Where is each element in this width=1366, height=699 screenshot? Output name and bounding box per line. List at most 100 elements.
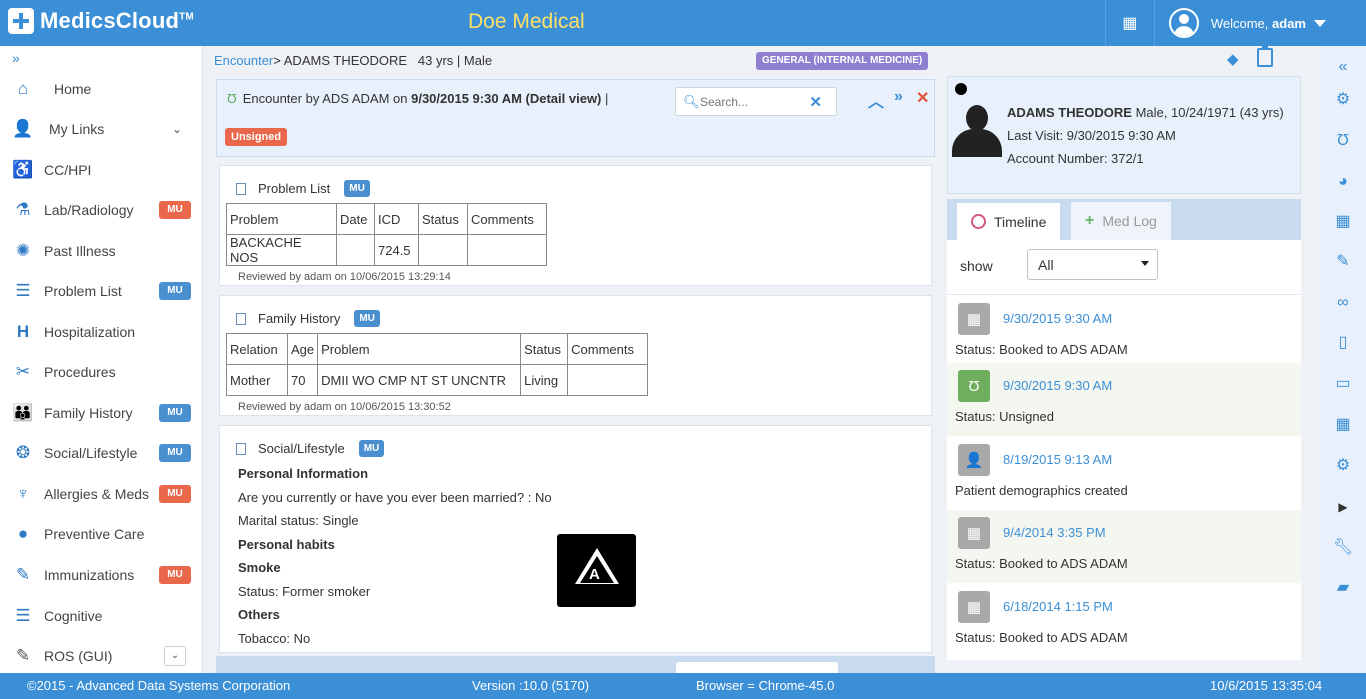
calendar-icon: ▦ — [958, 517, 990, 549]
tab-med-log[interactable]: + Med Log — [1071, 202, 1171, 240]
grid-icon[interactable]: ▦ — [1332, 414, 1354, 436]
sidebar-item-problem-list[interactable]: ☰ Problem List MU — [0, 271, 203, 311]
lab-icon: ⚗ — [15, 200, 31, 219]
dropdown-arrow-icon — [1141, 261, 1149, 266]
sidebar-item-preventive-care[interactable]: ● Preventive Care — [0, 514, 203, 554]
tag-icon[interactable]: ◆ — [1227, 50, 1239, 68]
breadcrumb-encounter-link[interactable]: Encounter — [214, 53, 273, 68]
calendar-icon[interactable]: ▦ — [1104, 0, 1155, 46]
user-menu-caret-icon[interactable] — [1314, 19, 1326, 27]
sidebar-item-immunizations[interactable]: ✎ Immunizations MU — [0, 555, 203, 595]
sidebar-item-cognitive[interactable]: ☰ Cognitive — [0, 596, 203, 636]
timeline-item[interactable]: ▦ 9/4/2014 3:35 PM Status: Booked to ADS… — [947, 510, 1301, 583]
sidebar-item-label: Hospitalization — [44, 324, 136, 340]
gears-icon[interactable]: ⚙ — [1332, 455, 1354, 477]
timeline-item[interactable]: Ʊ 9/30/2015 9:30 AM Status: Unsigned — [947, 363, 1301, 436]
sidebar-item-label: Home — [54, 81, 92, 97]
encounter-search-input[interactable] — [700, 93, 800, 111]
chevron-down-icon[interactable]: ⌄ — [172, 122, 182, 136]
encounter-search: 🔍︎ ✕ — [675, 87, 837, 116]
collapse-left-icon[interactable]: « — [1332, 56, 1354, 78]
mobile-icon[interactable]: ▯ — [1332, 332, 1354, 354]
sidebar-item-hospitalization[interactable]: H Hospitalization — [0, 312, 203, 352]
card-title[interactable]: Social/Lifestyle — [258, 441, 345, 456]
document-icon — [236, 312, 246, 325]
social-section-heading: Personal habits — [238, 537, 335, 552]
timeline-item[interactable]: ▦ 9/30/2015 9:30 AM Status: Booked to AD… — [947, 296, 1301, 369]
expand-double-right-icon[interactable]: » — [894, 88, 903, 106]
reviewed-note: Reviewed by adam on 10/06/2015 13:30:52 — [238, 401, 451, 413]
divider — [947, 294, 1301, 295]
specialty-badge: GENERAL (INTERNAL MEDICINE) — [756, 52, 929, 70]
welcome-text[interactable]: Welcome, adam — [1211, 16, 1306, 31]
link-icon[interactable]: ∞ — [1332, 292, 1354, 314]
family-history-table: Relation Age Problem Status Comments Mot… — [226, 333, 649, 396]
table-row: Mother 70 DMII WO CMP NT ST UNCNTR Livin… — [226, 364, 649, 396]
stethoscope-icon[interactable]: Ʊ — [1332, 130, 1354, 152]
patient-name: ADAMS THEODORE — [1007, 105, 1132, 120]
timeline-status: Status: Booked to ADS ADAM — [955, 556, 1128, 571]
brand[interactable]: MedicsCloudTM — [8, 8, 194, 34]
timeline-date[interactable]: 8/19/2015 9:13 AM — [1003, 452, 1112, 467]
sidebar-item-label: Past Illness — [44, 243, 116, 259]
dashboard-icon[interactable]: ◕ — [1332, 171, 1354, 193]
play-right-icon[interactable]: ▶ — [1332, 496, 1354, 518]
footer-copyright: ©2015 - Advanced Data Systems Corporatio… — [27, 678, 291, 693]
book-icon[interactable]: ▰ — [1332, 577, 1354, 599]
wrench-icon[interactable]: 🔧︎ — [1332, 537, 1354, 559]
encounter-datetime[interactable]: 9/30/2015 9:30 AM (Detail view) — [411, 91, 601, 106]
show-filter-select[interactable]: All — [1027, 249, 1158, 280]
mu-badge: MU — [354, 310, 380, 327]
stethoscope-icon: Ʊ — [958, 370, 990, 402]
username: adam — [1272, 15, 1306, 31]
sidebar-item-allergies-meds[interactable]: ♆ Allergies & Meds MU — [0, 474, 203, 514]
footer-version: Version :10.0 (5170) — [472, 678, 590, 693]
user-avatar-icon[interactable] — [1168, 8, 1199, 38]
calendar-icon[interactable]: ▦ — [1332, 211, 1354, 233]
sidebar-item-ros-gui[interactable]: ✎ ROS (GUI) ⌄ — [0, 636, 203, 676]
status-dot-icon — [955, 83, 967, 95]
card-title[interactable]: Family History — [258, 311, 340, 326]
sidebar-item-procedures[interactable]: ✂ Procedures — [0, 352, 203, 392]
sidebar-item-home[interactable]: ⌂ Home — [0, 69, 203, 109]
wheelchair-icon: ♿ — [12, 160, 34, 179]
timeline-date[interactable]: 9/4/2014 3:35 PM — [1003, 525, 1106, 540]
mu-badge: MU — [344, 180, 370, 197]
clear-search-icon[interactable]: ✕ — [809, 93, 822, 111]
sidebar-collapse-icon[interactable]: » — [12, 50, 20, 66]
clipboard-icon[interactable] — [1257, 46, 1273, 67]
sidebar-item-lab-radiology[interactable]: ⚗ Lab/Radiology MU — [0, 190, 203, 230]
family-history-card: Family History MU Relation Age Problem S… — [219, 295, 932, 416]
user-icon: 👤 — [12, 119, 34, 138]
close-icon[interactable]: ✕ — [916, 88, 929, 108]
timeline-date[interactable]: 9/30/2015 9:30 AM — [1003, 378, 1112, 393]
edit-icon[interactable]: ✎ — [1332, 251, 1354, 273]
credit-card-icon[interactable]: ▭ — [1332, 373, 1354, 395]
sidebar-item-family-history[interactable]: 👪 Family History MU — [0, 393, 203, 433]
tab-timeline[interactable]: Timeline — [956, 202, 1062, 240]
table-cell: DMII WO CMP NT ST UNCNTR — [317, 364, 522, 396]
sidebar-item-my-links[interactable]: 👤 My Links ⌄ — [0, 109, 203, 149]
sidebar-item-cc-hpi[interactable]: ♿ CC/HPI — [0, 150, 203, 190]
practice-name: Doe Medical — [468, 10, 585, 33]
timeline-item[interactable]: ▦ 6/18/2014 1:15 PM Status: Booked to AD… — [947, 584, 1301, 657]
timeline-panel: show All ▦ 9/30/2015 9:30 AM Status: Boo… — [947, 240, 1301, 660]
timeline-date[interactable]: 9/30/2015 9:30 AM — [1003, 311, 1112, 326]
card-title[interactable]: Problem List — [258, 181, 330, 196]
timeline-date[interactable]: 6/18/2014 1:15 PM — [1003, 599, 1113, 614]
patient-last-visit: Last Visit: 9/30/2015 9:30 AM — [1007, 128, 1176, 143]
encounter-title: Ʊ Encounter by ADS ADAM on 9/30/2015 9:30… — [227, 91, 608, 106]
sidebar-item-label: Cognitive — [44, 608, 103, 624]
patient-photo-icon[interactable] — [950, 105, 1002, 157]
timeline-status: Status: Booked to ADS ADAM — [955, 630, 1128, 645]
sidebar-item-social-lifestyle[interactable]: ❂ Social/Lifestyle MU — [0, 433, 203, 473]
sidebar-item-label: Procedures — [44, 364, 116, 380]
medical-cross-logo-icon — [8, 8, 34, 34]
social-line: Are you currently or have you ever been … — [238, 490, 552, 505]
collapse-up-icon[interactable]: ︿ — [868, 88, 884, 112]
gear-icon[interactable]: ⚙ — [1332, 89, 1354, 111]
timeline-item[interactable]: 👤 8/19/2015 9:13 AM Patient demographics… — [947, 437, 1301, 510]
sidebar-item-past-illness[interactable]: ✺ Past Illness — [0, 231, 203, 271]
expand-more-button[interactable]: ⌄ — [164, 646, 186, 666]
breadcrumb-age-sex: 43 yrs | Male — [417, 53, 493, 68]
